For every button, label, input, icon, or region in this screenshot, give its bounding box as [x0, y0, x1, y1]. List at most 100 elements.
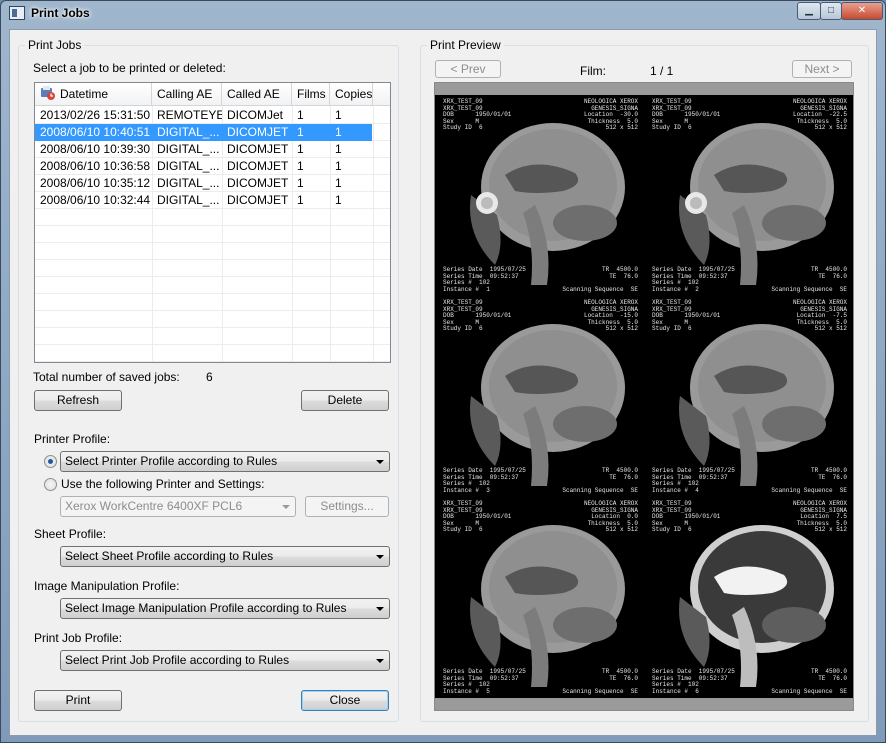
film-image-tile: XRX_TEST_09 XRX_TEST_09 DOB 1950/01/01 S… [644, 497, 853, 698]
print-job-profile-label: Print Job Profile: [34, 631, 123, 645]
overlay-top-right: NEOLOGICA XEROX GENESIS_SIGNA Location -… [583, 299, 638, 332]
window-title: Print Jobs [31, 6, 90, 20]
overlay-top-right: NEOLOGICA XEROX GENESIS_SIGNA Location -… [792, 98, 847, 131]
total-jobs-label: Total number of saved jobs: [33, 370, 180, 384]
radio-use-following-printer[interactable] [44, 478, 57, 491]
chevron-down-icon [282, 505, 290, 509]
table-row[interactable]: 2008/06/10 10:35:12 DIGITAL_... DICOMJET… [35, 175, 372, 192]
overlay-top-right: NEOLOGICA XEROX GENESIS_SIGNA Location 7… [792, 500, 847, 533]
minimize-icon[interactable]: ▁ [797, 2, 821, 20]
chevron-down-icon [376, 460, 384, 464]
jobs-table[interactable]: Datetime Calling AE Called AE Films Copi… [34, 82, 391, 363]
overlay-bottom-left: Series Date 1995/07/25 Series Time 09:52… [652, 668, 735, 695]
column-header-datetime[interactable]: Datetime [35, 83, 152, 105]
settings-button[interactable]: Settings... [305, 496, 389, 517]
overlay-top-left: XRX_TEST_09 XRX_TEST_09 DOB 1950/01/01 S… [652, 500, 721, 533]
overlay-bottom-left: Series Date 1995/07/25 Series Time 09:52… [652, 266, 735, 293]
cell-calling-ae: DIGITAL_... [157, 159, 220, 173]
cell-copies: 1 [335, 108, 342, 122]
cell-datetime: 2008/06/10 10:36:58 [40, 159, 151, 173]
column-header-label: Datetime [60, 87, 109, 101]
cell-called-ae: DICOMJet [227, 108, 284, 122]
print-job-profile-value: Select Print Job Profile according to Ru… [65, 653, 290, 667]
cell-films: 1 [297, 108, 304, 122]
grid-line [35, 293, 390, 294]
column-header-label: Films [297, 87, 326, 101]
grid-line [35, 344, 390, 345]
table-row[interactable]: 2008/06/10 10:32:44 DIGITAL_... DICOMJET… [35, 192, 372, 209]
column-header-label: Called AE [227, 87, 280, 101]
column-header-films[interactable]: Films [292, 83, 330, 105]
sheet-profile-label: Sheet Profile: [34, 527, 107, 541]
cell-copies: 1 [335, 142, 342, 156]
cell-calling-ae: DIGITAL_... [157, 176, 220, 190]
cell-called-ae: DICOMJET [227, 125, 289, 139]
maximize-icon[interactable]: □ [820, 2, 842, 20]
title-bar[interactable]: Print Jobs ▁ □ ✕ [1, 1, 885, 27]
grid-line [35, 225, 390, 226]
cell-called-ae: DICOMJET [227, 142, 289, 156]
cell-films: 1 [297, 159, 304, 173]
instruction-label: Select a job to be printed or deleted: [33, 61, 226, 75]
overlay-bottom-right: TR 4500.0 TE 76.0 Scanning Sequence SE [562, 668, 638, 695]
table-row[interactable]: 2008/06/10 10:39:30 DIGITAL_... DICOMJET… [35, 141, 372, 158]
column-header-copies[interactable]: Copies [330, 83, 373, 105]
overlay-top-right: NEOLOGICA XEROX GENESIS_SIGNA Location -… [792, 299, 847, 332]
column-header-label: Calling AE [157, 87, 213, 101]
table-row-selected[interactable]: 2008/06/10 10:40:51 DIGITAL_... DICOMJET… [35, 124, 372, 141]
printer-profile-dropdown[interactable]: Select Printer Profile according to Rule… [60, 451, 390, 472]
sheet-profile-value: Select Sheet Profile according to Rules [65, 549, 274, 563]
column-header-called-ae[interactable]: Called AE [222, 83, 292, 105]
film-image-tile: XRX_TEST_09 XRX_TEST_09 DOB 1950/01/01 S… [644, 296, 853, 497]
next-film-button[interactable]: Next > [792, 60, 852, 78]
radio-printer-rules[interactable] [44, 455, 57, 468]
image-manipulation-profile-value: Select Image Manipulation Profile accord… [65, 601, 347, 615]
prev-film-button[interactable]: < Prev [435, 60, 501, 78]
overlay-top-left: XRX_TEST_09 XRX_TEST_09 DOB 1950/01/01 S… [652, 299, 721, 332]
overlay-bottom-right: TR 4500.0 TE 76.0 Scanning Sequence SE [771, 668, 847, 695]
table-row[interactable]: 2008/06/10 10:36:58 DIGITAL_... DICOMJET… [35, 158, 372, 175]
film-sheet: XRX_TEST_09 XRX_TEST_09 DOB 1950/01/01 S… [435, 95, 853, 698]
grid-line [35, 327, 390, 328]
cell-called-ae: DICOMJET [227, 193, 289, 207]
close-window-icon[interactable]: ✕ [841, 2, 883, 20]
table-row[interactable]: 2013/02/26 15:31:50 REMOTEYE DICOMJet 1 … [35, 107, 372, 124]
overlay-bottom-right: TR 4500.0 TE 76.0 Scanning Sequence SE [562, 266, 638, 293]
close-button[interactable]: Close [301, 690, 389, 711]
cell-calling-ae: DIGITAL_... [157, 193, 220, 207]
cell-copies: 1 [335, 159, 342, 173]
overlay-top-left: XRX_TEST_09 XRX_TEST_09 DOB 1950/01/01 S… [443, 500, 512, 533]
film-label: Film: [580, 64, 606, 78]
print-preview-group-title: Print Preview [427, 38, 504, 52]
sheet-profile-dropdown[interactable]: Select Sheet Profile according to Rules [60, 546, 390, 567]
column-header-calling-ae[interactable]: Calling AE [152, 83, 222, 105]
film-image-tile: XRX_TEST_09 XRX_TEST_09 DOB 1950/01/01 S… [644, 95, 853, 296]
film-image-tile: XRX_TEST_09 XRX_TEST_09 DOB 1950/01/01 S… [435, 497, 644, 698]
cell-datetime: 2008/06/10 10:40:51 [40, 125, 151, 139]
printer-dropdown[interactable]: Xerox WorkCentre 6400XF PCL6 [60, 496, 296, 517]
cell-films: 1 [297, 193, 304, 207]
cell-copies: 1 [335, 176, 342, 190]
cell-calling-ae: DIGITAL_... [157, 125, 220, 139]
grid-line [35, 242, 390, 243]
chevron-down-icon [376, 555, 384, 559]
chevron-down-icon [376, 607, 384, 611]
overlay-top-right: NEOLOGICA XEROX GENESIS_SIGNA Location -… [583, 98, 638, 131]
cell-copies: 1 [335, 193, 342, 207]
use-following-printer-label[interactable]: Use the following Printer and Settings: [61, 477, 264, 491]
print-button[interactable]: Print [34, 690, 122, 711]
printer-profile-label: Printer Profile: [34, 432, 111, 446]
column-header-label: Copies [335, 87, 373, 101]
grid-line [35, 310, 390, 311]
jobs-table-header: Datetime Calling AE Called AE Films Copi… [35, 83, 390, 106]
image-manipulation-profile-dropdown[interactable]: Select Image Manipulation Profile accord… [60, 598, 390, 619]
grid-line [373, 106, 374, 362]
delete-button[interactable]: Delete [301, 390, 389, 411]
grid-line [35, 259, 390, 260]
overlay-top-left: XRX_TEST_09 XRX_TEST_09 DOB 1950/01/01 S… [443, 299, 512, 332]
overlay-bottom-left: Series Date 1995/07/25 Series Time 09:52… [443, 668, 526, 695]
refresh-button[interactable]: Refresh [34, 390, 122, 411]
print-job-profile-dropdown[interactable]: Select Print Job Profile according to Ru… [60, 650, 390, 671]
image-manipulation-profile-label: Image Manipulation Profile: [34, 579, 180, 593]
film-image-tile: XRX_TEST_09 XRX_TEST_09 DOB 1950/01/01 S… [435, 296, 644, 497]
